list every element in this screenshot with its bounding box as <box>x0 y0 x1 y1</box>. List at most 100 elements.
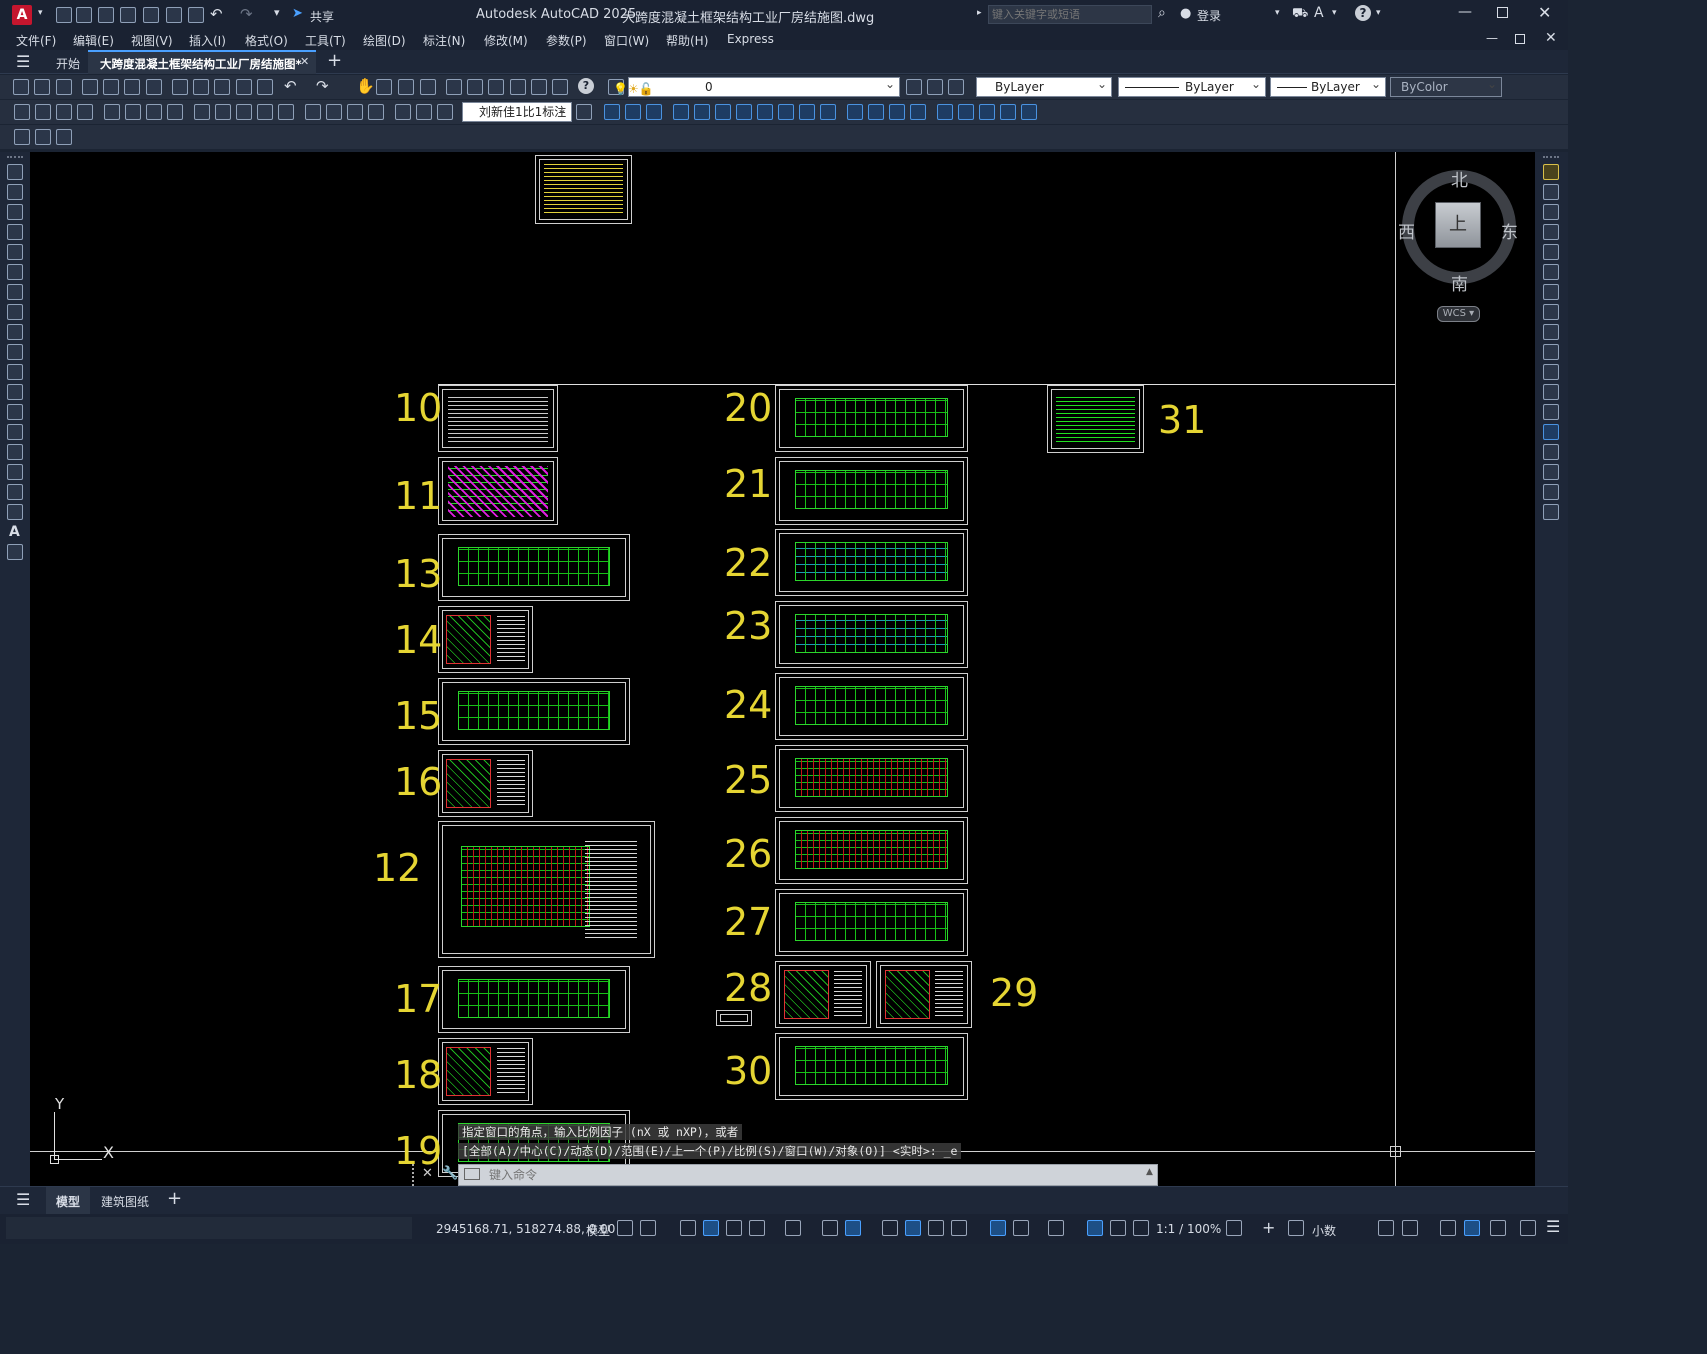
explode-icon[interactable] <box>937 104 953 120</box>
annotation-monitor-icon[interactable]: + <box>1262 1218 1275 1237</box>
toolbar-redo-icon[interactable]: ↷ <box>316 77 329 95</box>
sheet-16[interactable] <box>438 750 533 817</box>
help-icon[interactable]: ? <box>1355 5 1371 21</box>
tab-active-drawing[interactable]: 大跨度混凝土框架结构工业厂房结施图* ✕ <box>88 50 316 74</box>
properties-icon[interactable] <box>446 79 462 95</box>
r-extend-icon[interactable] <box>1543 364 1559 380</box>
r-break-point-icon[interactable] <box>1543 384 1559 400</box>
edit-text-icon[interactable] <box>14 129 30 145</box>
units-icon[interactable] <box>1288 1220 1304 1236</box>
selection-cycling-icon[interactable] <box>928 1220 944 1236</box>
r-break-icon[interactable] <box>1543 404 1559 420</box>
tolerance-icon[interactable] <box>305 104 321 120</box>
make-block-icon[interactable] <box>7 404 23 420</box>
arc-length-icon[interactable] <box>56 104 72 120</box>
arc-icon[interactable] <box>7 264 23 280</box>
pan-icon[interactable]: ✋ <box>356 77 375 95</box>
transparency-icon[interactable] <box>905 1220 921 1236</box>
sheet-31[interactable] <box>1047 385 1144 453</box>
r-blend-icon[interactable] <box>1543 484 1559 500</box>
r-chamfer-icon[interactable] <box>1543 444 1559 460</box>
3d-osnap-icon[interactable] <box>951 1220 967 1236</box>
save-as-icon[interactable] <box>120 7 136 23</box>
r-move-icon[interactable] <box>1543 264 1559 280</box>
sheet-28[interactable] <box>775 961 871 1028</box>
rectangle-icon[interactable] <box>7 244 23 260</box>
search-input[interactable] <box>988 5 1152 24</box>
offset-icon[interactable] <box>673 104 689 120</box>
viewcube-west[interactable]: 西 <box>1398 218 1415 243</box>
break-icon[interactable] <box>847 104 863 120</box>
plotstyle-dropdown[interactable]: ByColor <box>1390 75 1502 97</box>
viewcube-east[interactable]: 东 <box>1501 218 1518 243</box>
menu-view[interactable]: 视图(V) <box>131 32 173 49</box>
annotation-scale-value[interactable]: 1:1 / 100% <box>1156 1222 1221 1236</box>
menu-modify[interactable]: 修改(M) <box>484 32 528 49</box>
markup-icon[interactable] <box>531 79 547 95</box>
sheet-23[interactable] <box>775 601 968 668</box>
command-expand-icon[interactable]: ▲ <box>1146 1167 1153 1177</box>
layer-previous-icon[interactable] <box>927 79 943 95</box>
hamburger-menu-icon[interactable]: ☰ <box>16 52 30 71</box>
inspection-icon[interactable] <box>347 104 363 120</box>
extend-icon[interactable] <box>820 104 836 120</box>
auto-scale-icon[interactable] <box>1110 1220 1126 1236</box>
insert-block-icon[interactable] <box>7 384 23 400</box>
r-stretch-icon[interactable] <box>1543 324 1559 340</box>
right-toolbar-grip[interactable] <box>1543 156 1559 158</box>
open-file-icon[interactable] <box>34 79 50 95</box>
command-grip[interactable] <box>412 1164 420 1186</box>
units-value[interactable]: 小数 <box>1312 1222 1336 1239</box>
scale-icon[interactable] <box>757 104 773 120</box>
print-icon[interactable] <box>82 79 98 95</box>
menu-dimension[interactable]: 标注(N) <box>423 32 465 49</box>
graphics-performance-icon[interactable] <box>1464 1220 1480 1236</box>
tab-close-icon[interactable]: ✕ <box>300 55 309 68</box>
open-icon[interactable] <box>76 7 92 23</box>
selection-filter-icon[interactable] <box>1013 1220 1029 1236</box>
save-file-icon[interactable] <box>56 79 72 95</box>
isolate-objects-icon[interactable] <box>1440 1220 1456 1236</box>
ortho-icon[interactable] <box>726 1220 742 1236</box>
multiline-text-icon[interactable]: A <box>9 524 20 540</box>
menu-tools[interactable]: 工具(T) <box>305 32 346 49</box>
ordinate-dim-icon[interactable] <box>77 104 93 120</box>
color-dropdown[interactable]: ByLayer <box>976 75 1112 97</box>
menu-window[interactable]: 窗口(W) <box>604 32 649 49</box>
app-dropdown-icon[interactable]: ▾ <box>1332 8 1337 18</box>
close-icon[interactable]: ✕ <box>1538 3 1551 22</box>
chamfer-icon[interactable] <box>889 104 905 120</box>
sheet-21[interactable] <box>775 457 968 525</box>
radius-dim-icon[interactable] <box>104 104 120 120</box>
sheet-10[interactable] <box>438 385 558 452</box>
r-array-icon[interactable] <box>1543 244 1559 260</box>
new-layout-button[interactable]: + <box>167 1188 182 1209</box>
sheet-small-block[interactable] <box>716 1010 752 1026</box>
viewcube-north[interactable]: 北 <box>1451 166 1468 191</box>
qnew-icon[interactable] <box>13 79 29 95</box>
center-mark-icon[interactable] <box>326 104 342 120</box>
zoom-previous-icon[interactable] <box>420 79 436 95</box>
copy-icon[interactable] <box>193 79 209 95</box>
region-icon[interactable] <box>7 484 23 500</box>
new-icon[interactable] <box>56 7 72 23</box>
menu-edit[interactable]: 编辑(E) <box>73 32 114 49</box>
point-icon[interactable] <box>7 424 23 440</box>
linear-dim-icon[interactable] <box>14 104 30 120</box>
ellipse-arc-icon[interactable] <box>7 364 23 380</box>
quick-properties-icon[interactable] <box>1378 1220 1394 1236</box>
menu-help[interactable]: 帮助(H) <box>666 32 708 49</box>
zoom-window-icon[interactable] <box>398 79 414 95</box>
toolbar-undo-icon[interactable]: ↶ <box>284 77 297 95</box>
continue-dim-icon[interactable] <box>236 104 252 120</box>
match-properties-icon[interactable] <box>236 79 252 95</box>
sheet-catalog[interactable] <box>535 155 632 224</box>
dynamic-input-icon[interactable] <box>703 1220 719 1236</box>
dim-break-icon[interactable] <box>278 104 294 120</box>
sheet-24[interactable] <box>775 673 968 740</box>
angular-dim-icon[interactable] <box>167 104 183 120</box>
plot-icon[interactable] <box>188 7 204 23</box>
doc-close-icon[interactable]: ✕ <box>1545 30 1557 46</box>
user-icon[interactable]: ● <box>1180 6 1191 21</box>
edit-spline-icon[interactable] <box>979 104 995 120</box>
